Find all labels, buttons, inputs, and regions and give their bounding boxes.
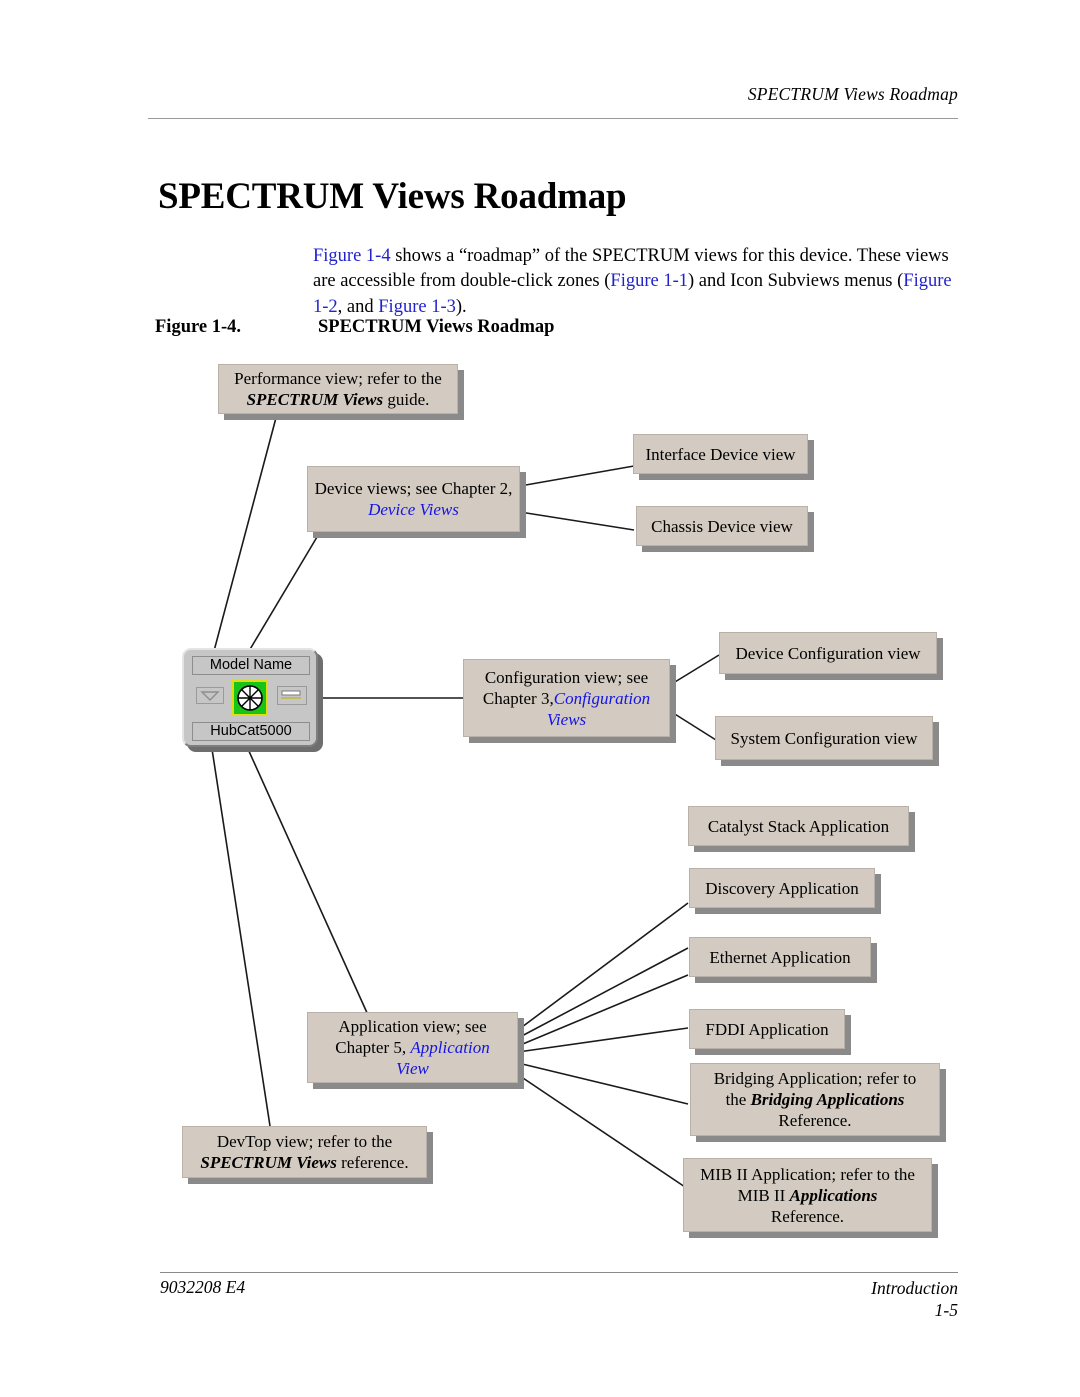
node-performance-view-bold: SPECTRUM Views: [246, 390, 384, 409]
link-application-to-fddi: [517, 1027, 689, 1053]
node-devtop-view-tail: reference.: [336, 1153, 409, 1172]
node-bridging-application[interactable]: Bridging Application; refer to the Bridg…: [690, 1063, 940, 1136]
node-bridging-application-line3: Reference.: [778, 1111, 852, 1130]
link-device-views-to-chassis: [519, 511, 635, 531]
link-device-to-devtop: [211, 748, 271, 1127]
node-configuration-view[interactable]: Configuration view; see Chapter 3,Config…: [463, 659, 670, 737]
node-chassis-device-view-label: Chassis Device view: [651, 516, 793, 536]
node-bridging-application-line1: Bridging Application; refer to: [713, 1069, 917, 1088]
node-device-views-link[interactable]: Device Views: [368, 500, 459, 519]
node-device-configuration-view-label: Device Configuration view: [735, 643, 921, 663]
node-ethernet-application-label: Ethernet Application: [709, 947, 851, 967]
node-device-configuration-view[interactable]: Device Configuration view: [719, 632, 937, 674]
node-devtop-view-line1: DevTop view; refer to the: [216, 1132, 393, 1151]
footer-divider: [160, 1272, 958, 1273]
footer-page-number: 1-5: [934, 1300, 958, 1320]
node-fddi-application[interactable]: FDDI Application: [689, 1009, 845, 1049]
node-mib2-application-line3: Reference.: [770, 1206, 845, 1226]
node-application-view-link2[interactable]: View: [396, 1059, 429, 1078]
device-model-type-field[interactable]: HubCat5000: [192, 722, 310, 741]
node-devtop-view[interactable]: DevTop view; refer to the SPECTRUM Views…: [182, 1126, 427, 1178]
device-model-name-field[interactable]: Model Name: [192, 656, 310, 675]
node-system-configuration-view[interactable]: System Configuration view: [715, 716, 933, 760]
node-discovery-application-label: Discovery Application: [705, 878, 859, 898]
node-application-view[interactable]: Application view; see Chapter 5, Applica…: [307, 1012, 518, 1083]
chevron-down-icon[interactable]: [196, 687, 224, 704]
spectrum-views-roadmap-diagram: Performance view; refer to the SPECTRUM …: [0, 0, 1080, 1397]
node-mib2-application-bold: Applications: [789, 1185, 878, 1205]
node-configuration-view-link[interactable]: Configuration: [554, 689, 650, 708]
node-mib2-application-line2-prefix: MIB II: [737, 1185, 790, 1205]
footer-chapter-info: Introduction 1-5: [871, 1277, 958, 1321]
link-device-views-to-interface: [519, 465, 635, 487]
link-configuration-to-device-config: [669, 654, 720, 686]
pie-wheel-glyph: [237, 685, 263, 711]
device-icon-widget[interactable]: Model Name HubCat5000: [182, 648, 318, 747]
chevron-down-glyph: [200, 691, 220, 701]
link-application-to-mib2: [513, 1071, 689, 1190]
node-device-views-line1: Device views; see Chapter 2,: [314, 479, 513, 498]
node-fddi-application-label: FDDI Application: [705, 1019, 829, 1039]
node-device-views[interactable]: Device views; see Chapter 2, Device View…: [307, 466, 520, 532]
node-system-configuration-view-label: System Configuration view: [730, 728, 918, 748]
link-application-to-discovery: [517, 947, 689, 1039]
footer-document-number: 9032208 E4: [160, 1277, 246, 1297]
node-performance-view-tail: guide.: [383, 390, 430, 409]
port-glyph: [281, 690, 301, 699]
node-application-view-link[interactable]: Application: [410, 1038, 489, 1057]
link-configuration-to-system-config: [669, 710, 717, 741]
node-interface-device-view-label: Interface Device view: [645, 444, 796, 464]
device-status-wheel-icon[interactable]: [232, 680, 268, 716]
footer-chapter-name: Introduction: [871, 1278, 958, 1298]
node-application-view-line2-prefix: Chapter 5,: [335, 1038, 411, 1057]
link-application-to-catalyst: [517, 902, 689, 1031]
node-bridging-application-line2-prefix: the: [725, 1090, 751, 1109]
link-device-to-device-views: [248, 531, 321, 652]
node-configuration-view-line2-prefix: Chapter 3,: [482, 688, 554, 708]
link-application-to-ethernet: [517, 974, 689, 1047]
node-catalyst-stack-application-label: Catalyst Stack Application: [707, 816, 890, 836]
node-devtop-view-bold: SPECTRUM Views: [200, 1153, 337, 1172]
device-port-icon[interactable]: [277, 686, 307, 705]
node-configuration-view-line1: Configuration view; see: [484, 667, 649, 687]
link-device-to-performance: [213, 413, 278, 652]
node-performance-view[interactable]: Performance view; refer to the SPECTRUM …: [218, 364, 458, 414]
node-application-view-line1: Application view; see: [338, 1017, 487, 1036]
node-mib2-application-line1: MIB II Application; refer to the: [700, 1164, 915, 1184]
node-mib2-application[interactable]: MIB II Application; refer to the MIB II …: [683, 1158, 932, 1232]
node-chassis-device-view[interactable]: Chassis Device view: [636, 506, 808, 546]
node-discovery-application[interactable]: Discovery Application: [689, 868, 875, 908]
node-catalyst-stack-application[interactable]: Catalyst Stack Application: [688, 806, 909, 846]
node-ethernet-application[interactable]: Ethernet Application: [689, 937, 871, 977]
link-application-to-bridging: [517, 1062, 689, 1105]
node-performance-view-line1: Performance view; refer to the: [234, 369, 442, 388]
node-interface-device-view[interactable]: Interface Device view: [633, 434, 808, 474]
link-device-to-application: [247, 748, 369, 1016]
node-bridging-application-bold: Bridging Applications: [750, 1090, 905, 1109]
node-configuration-view-link2[interactable]: Views: [547, 710, 586, 729]
